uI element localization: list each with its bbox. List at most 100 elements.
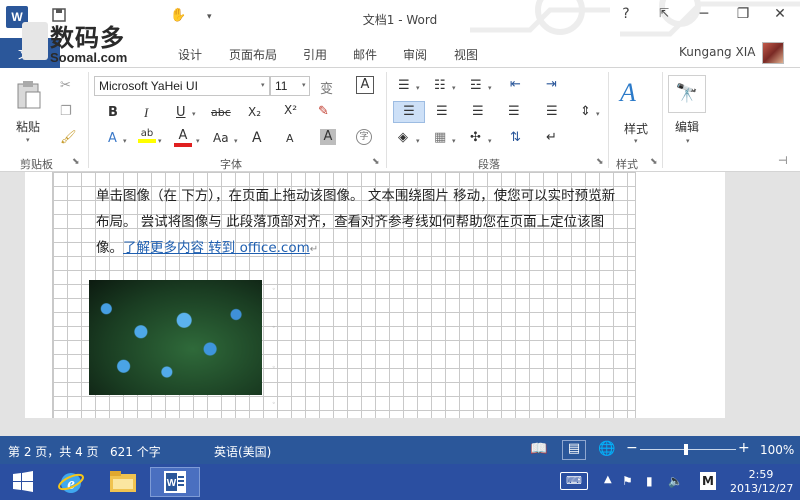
- editing-icon[interactable]: 🔭: [668, 75, 706, 113]
- user-name[interactable]: Kungang XIA: [679, 45, 755, 59]
- zoom-out-button[interactable]: −: [626, 440, 638, 456]
- char-border-icon[interactable]: A: [320, 129, 336, 145]
- superscript-button[interactable]: X²: [284, 103, 297, 117]
- help-button[interactable]: ?: [616, 6, 636, 22]
- word-taskbar-icon[interactable]: W: [150, 467, 200, 497]
- ribbon-display-icon[interactable]: ⇱: [654, 6, 674, 20]
- paste-icon[interactable]: [16, 80, 42, 110]
- minimize-button[interactable]: ─: [694, 6, 714, 22]
- keyboard-icon[interactable]: ⌨: [560, 472, 588, 490]
- zoom-slider-thumb[interactable]: [684, 444, 688, 455]
- highlight-icon[interactable]: ab: [138, 128, 156, 143]
- clock[interactable]: 2:59 2013/12/27: [730, 468, 793, 496]
- increase-indent-icon[interactable]: ⇥: [546, 77, 557, 92]
- tab-mailings[interactable]: 邮件: [353, 46, 377, 63]
- asian-layout-icon[interactable]: ✣: [470, 130, 481, 145]
- file-explorer-icon[interactable]: [104, 467, 142, 497]
- tab-design[interactable]: 设计: [178, 46, 202, 63]
- font-color-dropdown-icon[interactable]: ▾: [196, 137, 200, 145]
- sort-icon[interactable]: ⇅: [510, 130, 521, 145]
- distributed-button[interactable]: ☰: [546, 104, 558, 119]
- volume-icon[interactable]: 🔈: [668, 474, 683, 488]
- line-spacing-dropdown-icon[interactable]: ▾: [596, 110, 600, 118]
- bold-button[interactable]: B: [108, 105, 118, 120]
- multilevel-list-icon[interactable]: ☲: [470, 78, 482, 93]
- change-case-dropdown-icon[interactable]: ▾: [234, 137, 238, 145]
- inserted-image[interactable]: [89, 280, 262, 395]
- borders-dropdown-icon[interactable]: ▾: [452, 137, 456, 145]
- cut-icon[interactable]: ✂: [60, 78, 71, 93]
- paste-dropdown-icon[interactable]: ▾: [26, 136, 30, 144]
- paste-label[interactable]: 粘贴: [16, 118, 40, 135]
- word-count[interactable]: 621 个字: [110, 443, 161, 460]
- font-color-icon[interactable]: A: [174, 128, 192, 147]
- print-layout-icon[interactable]: ▤: [562, 440, 586, 460]
- borders-icon[interactable]: ▦: [434, 130, 446, 145]
- multilevel-dropdown-icon[interactable]: ▾: [488, 84, 492, 92]
- text-effects-dropdown-icon[interactable]: ▾: [123, 137, 127, 145]
- underline-dropdown-icon[interactable]: ▾: [192, 110, 196, 118]
- zoom-in-button[interactable]: +: [738, 440, 750, 456]
- maximize-button[interactable]: ❐: [733, 6, 753, 22]
- bullets-dropdown-icon[interactable]: ▾: [416, 84, 420, 92]
- ie-icon[interactable]: e: [52, 467, 90, 497]
- font-size-dropdown-icon[interactable]: ▾: [302, 81, 306, 89]
- change-case-button[interactable]: Aa: [213, 131, 229, 145]
- show-marks-icon[interactable]: ↵: [546, 130, 557, 145]
- font-name-input[interactable]: Microsoft YaHei UI: [94, 76, 270, 96]
- action-center-icon[interactable]: ⚑: [622, 474, 633, 488]
- avatar[interactable]: [762, 42, 784, 64]
- web-layout-icon[interactable]: 🌐: [598, 441, 615, 457]
- office-link[interactable]: 了解更多内容 转到 office.com: [123, 240, 310, 256]
- windows-start-icon[interactable]: [8, 467, 38, 497]
- styles-button[interactable]: 样式: [624, 120, 648, 137]
- touch-icon[interactable]: ✋: [170, 8, 186, 23]
- numbering-dropdown-icon[interactable]: ▾: [452, 84, 456, 92]
- zoom-level[interactable]: 100%: [760, 443, 794, 457]
- format-painter-icon[interactable]: 🖌: [60, 130, 77, 145]
- grow-font-button[interactable]: A: [252, 130, 262, 146]
- language[interactable]: 英语(美国): [214, 443, 271, 460]
- bullets-icon[interactable]: ☰: [398, 78, 410, 93]
- styles-launcher-icon[interactable]: ⬊: [650, 157, 658, 167]
- editing-dropdown-icon[interactable]: ▾: [686, 137, 690, 145]
- align-right-button[interactable]: ☰: [472, 104, 484, 119]
- decrease-indent-icon[interactable]: ⇤: [510, 77, 521, 92]
- align-center-button[interactable]: ☰: [436, 104, 448, 119]
- clipboard-launcher-icon[interactable]: ⬊: [72, 157, 80, 167]
- clear-format-icon[interactable]: ✎: [318, 104, 329, 119]
- underline-button[interactable]: U: [176, 105, 186, 120]
- tab-view[interactable]: 视图: [454, 46, 478, 63]
- pin-ribbon-icon[interactable]: ⊣: [778, 154, 788, 167]
- tab-references[interactable]: 引用: [303, 46, 327, 63]
- customize-icon[interactable]: ▾: [207, 12, 212, 22]
- ime-indicator[interactable]: M: [700, 472, 716, 490]
- numbering-icon[interactable]: ☷: [434, 78, 446, 93]
- tab-review[interactable]: 审阅: [403, 46, 427, 63]
- tray-expand-icon[interactable]: ▲: [604, 474, 612, 485]
- italic-button[interactable]: I: [144, 105, 148, 121]
- editing-button[interactable]: 编辑: [675, 118, 699, 135]
- styles-icon[interactable]: A: [620, 78, 636, 108]
- paragraph-launcher-icon[interactable]: ⬊: [596, 157, 604, 167]
- read-mode-icon[interactable]: 📖: [530, 441, 547, 457]
- page-count[interactable]: 第 2 页，共 4 页: [8, 443, 99, 460]
- shading-icon[interactable]: ◈: [398, 130, 408, 145]
- tab-layout[interactable]: 页面布局: [229, 46, 277, 63]
- justify-button[interactable]: ☰: [508, 104, 520, 119]
- highlight-dropdown-icon[interactable]: ▾: [158, 137, 162, 145]
- styles-dropdown-icon[interactable]: ▾: [634, 137, 638, 145]
- copy-icon[interactable]: ❐: [60, 104, 72, 119]
- char-shading-icon[interactable]: A: [356, 76, 374, 94]
- enclose-char-icon[interactable]: 字: [356, 129, 372, 145]
- text-effects-icon[interactable]: A: [108, 131, 117, 146]
- close-button[interactable]: ✕: [770, 6, 790, 22]
- align-left-button[interactable]: ☰: [393, 101, 425, 123]
- network-icon[interactable]: ▮: [646, 474, 653, 488]
- font-launcher-icon[interactable]: ⬊: [372, 157, 380, 167]
- strikethrough-button[interactable]: abc: [211, 106, 231, 119]
- document-paragraph[interactable]: 单击图像（在 下方），在页面上拖动该图像。 文本围绕图片 移动，使您可以实时预览…: [96, 183, 636, 263]
- asian-layout-dropdown-icon[interactable]: ▾: [488, 137, 492, 145]
- zoom-slider[interactable]: [640, 449, 736, 450]
- subscript-button[interactable]: X₂: [248, 105, 261, 119]
